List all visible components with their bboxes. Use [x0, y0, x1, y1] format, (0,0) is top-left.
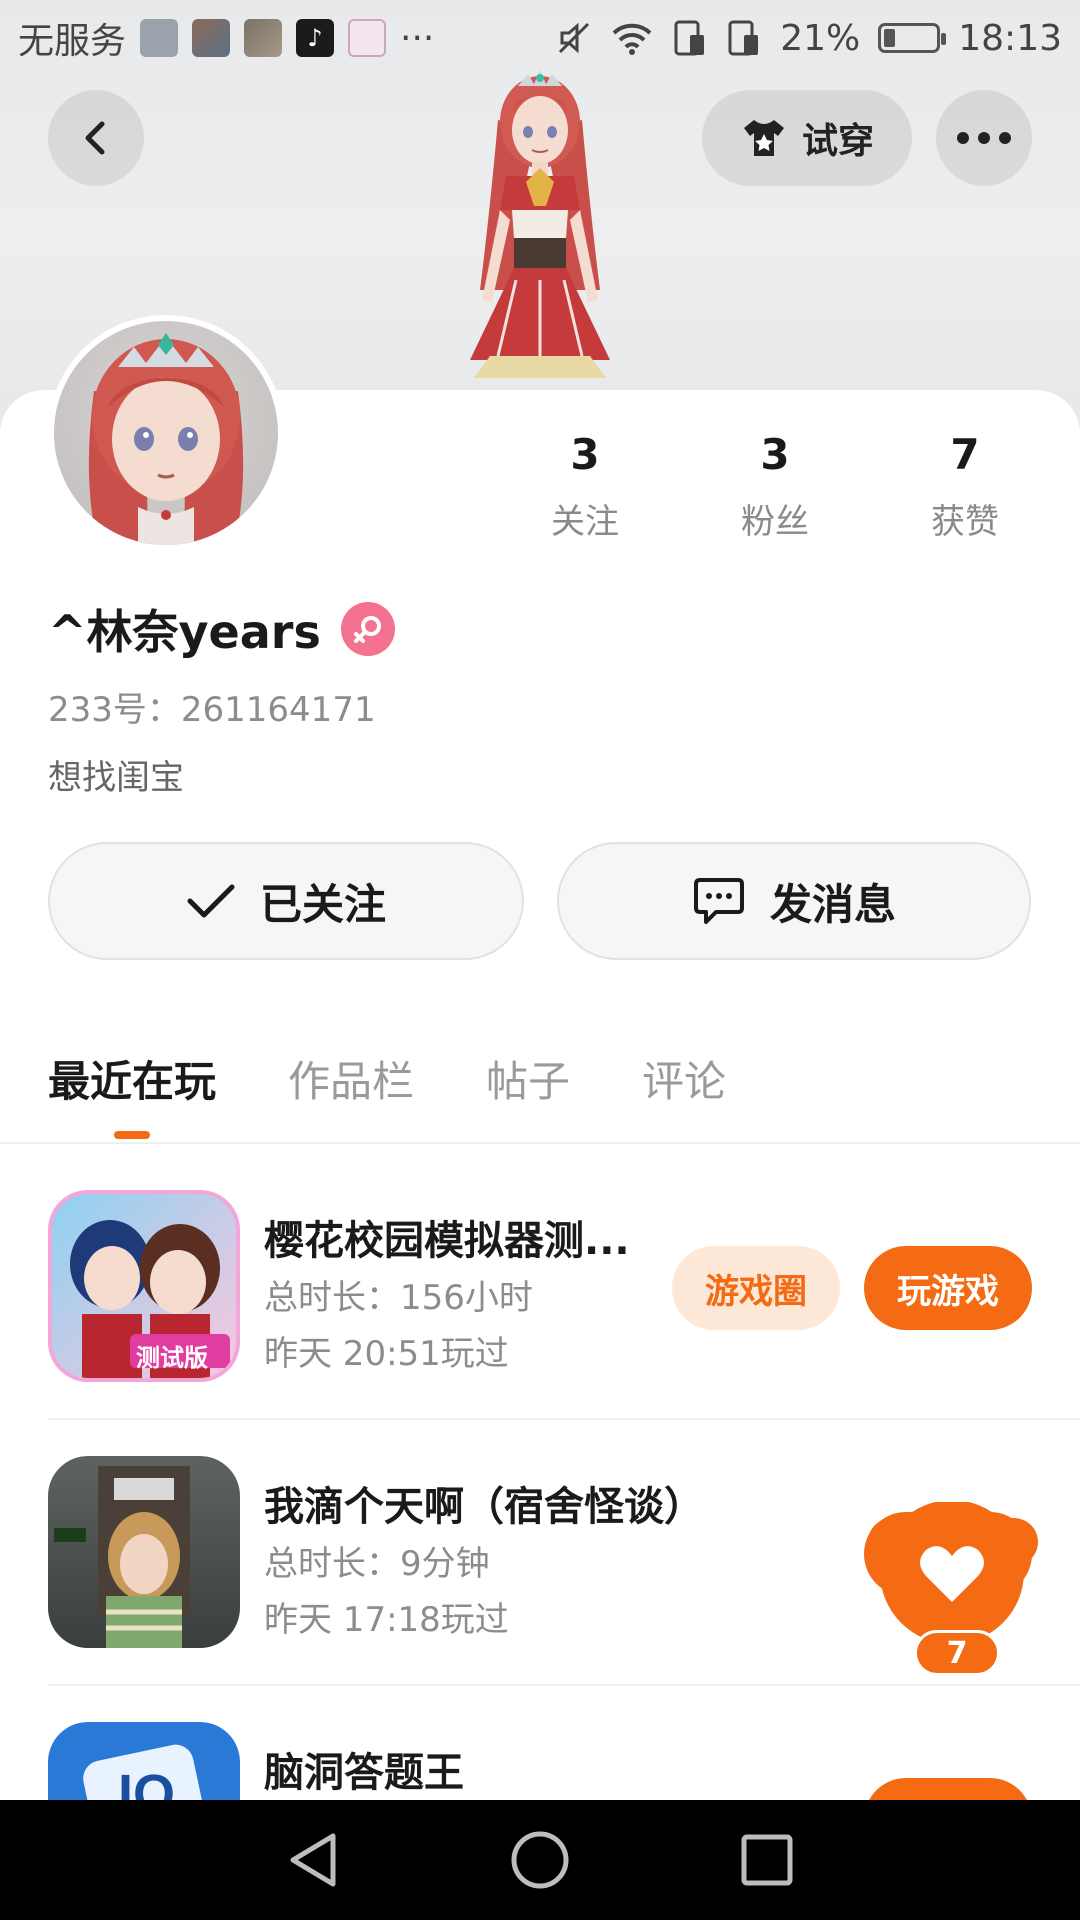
notification-icon — [140, 19, 179, 57]
tab-divider — [0, 1142, 1080, 1144]
game-icon-brain-quiz[interactable]: IQ — [48, 1722, 240, 1800]
name-row: ^林奈years — [48, 596, 395, 662]
game-circle-button[interactable]: 游戏圈 — [672, 1246, 840, 1330]
tab-recently-played[interactable]: 最近在玩 — [48, 1048, 216, 1109]
row-divider — [48, 1418, 1080, 1420]
chat-bubble-icon — [693, 878, 744, 924]
try-on-label: 试穿 — [801, 121, 874, 162]
likes-stat[interactable]: 7 获赞 — [870, 430, 1060, 543]
more-button[interactable] — [936, 90, 1032, 186]
avatar[interactable] — [48, 315, 284, 551]
send-message-label: 发消息 — [769, 879, 896, 929]
active-tab-indicator — [114, 1131, 150, 1139]
chevron-left-icon — [85, 121, 105, 155]
nav-recents-icon[interactable] — [739, 1832, 795, 1888]
avatar-character-image — [470, 70, 610, 378]
tab-works[interactable]: 作品栏 — [288, 1048, 414, 1109]
followers-stat[interactable]: 3 粉丝 — [680, 430, 870, 543]
profile-tabs: 最近在玩 作品栏 帖子 评论 — [48, 1048, 726, 1109]
sim-icon — [674, 20, 705, 56]
game-icon-dorm-horror[interactable] — [48, 1456, 240, 1648]
game-title: 我滴个天啊（宿舍怪谈） — [264, 1484, 704, 1530]
notification-app-icon — [348, 19, 387, 57]
followed-button[interactable]: 已关注 — [48, 842, 524, 960]
likes-count: 7 — [950, 430, 980, 479]
username: ^林奈years — [48, 605, 321, 659]
clock: 18:13 — [958, 17, 1062, 59]
female-gender-icon — [340, 602, 395, 656]
game-list-item[interactable]: 测试版 樱花校园模拟器测... 总时长：156小时 昨天 20:51玩过 游戏圈… — [48, 1190, 1080, 1390]
battery-icon — [878, 23, 947, 53]
nav-home-icon[interactable] — [510, 1830, 570, 1890]
user-bio: 想找闺宝 — [48, 758, 184, 798]
followed-label: 已关注 — [259, 879, 386, 929]
play-game-button[interactable]: 玩游戏 — [864, 1246, 1032, 1330]
profile-stats: 3 关注 3 粉丝 7 获赞 — [490, 430, 1060, 543]
game-icon-sakura-school[interactable]: 测试版 — [48, 1190, 240, 1382]
test-version-badge: 测试版 — [136, 1344, 208, 1372]
shirt-icon — [743, 120, 784, 156]
mute-icon — [559, 22, 590, 54]
wifi-icon — [612, 23, 652, 55]
like-count-badge: 7 — [914, 1630, 1000, 1676]
sim-icon — [728, 20, 759, 56]
checkmark-icon — [187, 884, 235, 918]
game-list-item[interactable]: IQ 脑洞答题王 — [48, 1722, 1080, 1800]
notification-photo-icon — [244, 19, 283, 57]
svg-text:IQ: IQ — [118, 1764, 175, 1800]
send-message-button[interactable]: 发消息 — [557, 842, 1031, 960]
tab-posts[interactable]: 帖子 — [486, 1048, 570, 1109]
more-notifications-icon: ··· — [400, 17, 435, 59]
game-duration: 总时长：156小时 — [264, 1278, 533, 1318]
nav-back-icon[interactable] — [285, 1830, 341, 1890]
battery-percent: 21% — [780, 17, 861, 59]
tab-comments[interactable]: 评论 — [642, 1048, 726, 1109]
user-id: 233号：261164171 — [48, 690, 376, 730]
row-divider — [48, 1684, 1080, 1686]
carrier-text: 无服务 — [18, 21, 127, 62]
followers-count: 3 — [760, 430, 790, 479]
likes-label: 获赞 — [931, 502, 999, 542]
back-button[interactable] — [48, 90, 144, 186]
followers-label: 粉丝 — [741, 502, 809, 542]
system-nav-bar — [0, 1800, 1080, 1920]
following-label: 关注 — [551, 502, 619, 542]
notification-photo-icon — [192, 19, 231, 57]
following-count: 3 — [570, 430, 600, 479]
game-duration: 总时长：9分钟 — [264, 1544, 490, 1584]
following-stat[interactable]: 3 关注 — [490, 430, 680, 543]
more-dots-icon — [957, 132, 1011, 144]
avatar-portrait-image — [88, 333, 244, 545]
try-on-button[interactable]: 试穿 — [702, 90, 912, 186]
play-game-button[interactable] — [864, 1778, 1032, 1800]
game-last-played: 昨天 17:18玩过 — [264, 1600, 509, 1640]
game-title: 樱花校园模拟器测... — [264, 1218, 630, 1264]
game-last-played: 昨天 20:51玩过 — [264, 1334, 509, 1374]
tiktok-icon: ♪ — [296, 19, 335, 57]
game-title: 脑洞答题王 — [264, 1750, 464, 1796]
